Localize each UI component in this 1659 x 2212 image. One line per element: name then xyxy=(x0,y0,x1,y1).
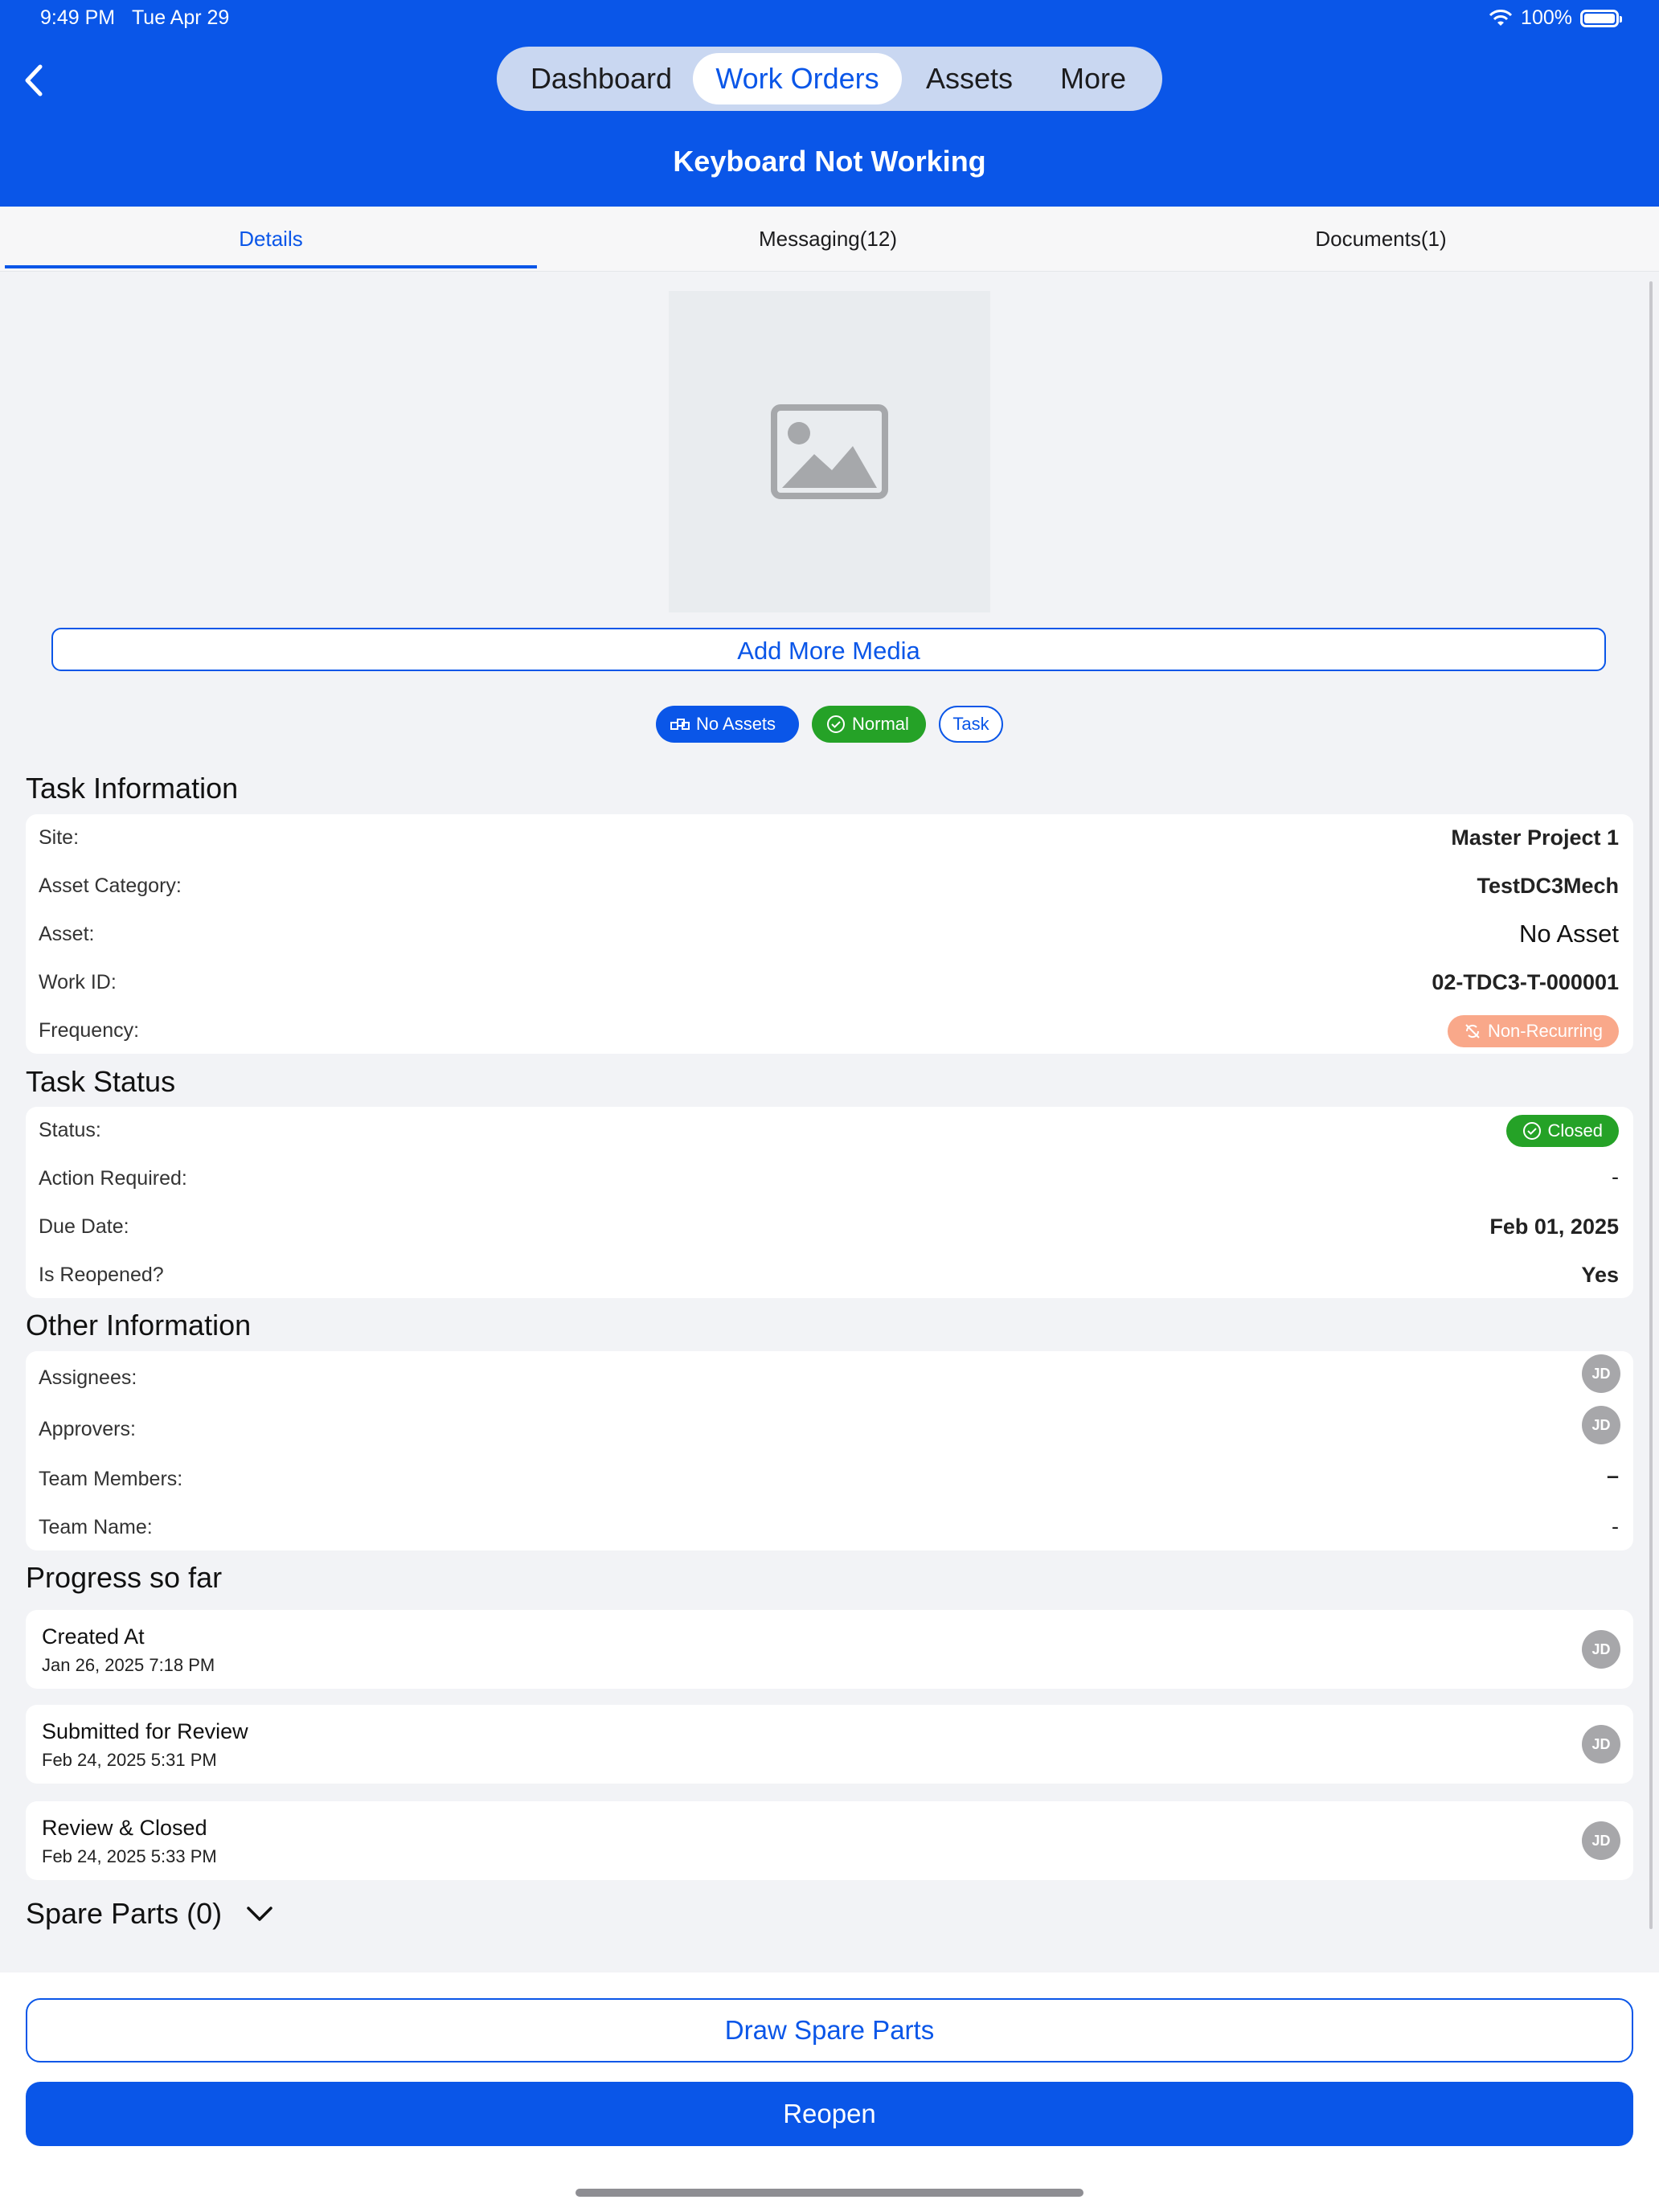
team-members-label: Team Members: xyxy=(39,1468,183,1490)
tab-documents[interactable]: Documents(1) xyxy=(1103,207,1659,271)
battery-percent: 100% xyxy=(1521,6,1572,29)
assignee-avatar[interactable]: JD xyxy=(1582,1354,1620,1393)
site-value: Master Project 1 xyxy=(1451,825,1619,850)
progress-item-date: Jan 26, 2025 7:18 PM xyxy=(42,1655,215,1675)
due-date-value: Feb 01, 2025 xyxy=(1489,1215,1619,1239)
spare-parts-heading: Spare Parts (0) xyxy=(26,1897,223,1930)
progress-item-avatar[interactable]: JD xyxy=(1582,1725,1620,1763)
media-placeholder[interactable] xyxy=(669,291,990,612)
chevron-down-icon xyxy=(247,1907,272,1921)
progress-item-title: Submitted for Review xyxy=(42,1719,248,1743)
work-id-label: Work ID: xyxy=(39,971,117,993)
assets-icon xyxy=(670,719,690,730)
assignees-label: Assignees: xyxy=(39,1366,137,1389)
check-circle-icon xyxy=(827,715,845,733)
progress-item: Review & Closed Feb 24, 2025 5:33 PM JD xyxy=(26,1801,1633,1880)
chip-type-task[interactable]: Task xyxy=(939,706,1003,743)
progress-item-title: Created At xyxy=(42,1624,145,1649)
progress-item-date: Feb 24, 2025 5:33 PM xyxy=(42,1846,217,1866)
approvers-label: Approvers: xyxy=(39,1418,136,1440)
progress-item-title: Review & Closed xyxy=(42,1816,207,1840)
nav-assets[interactable]: Assets xyxy=(905,53,1034,104)
tab-details[interactable]: Details xyxy=(5,207,537,271)
action-required-value: - xyxy=(1612,1165,1619,1189)
nav-work-orders[interactable]: Work Orders xyxy=(693,53,902,104)
task-information-heading: Task Information xyxy=(26,772,239,805)
home-indicator[interactable] xyxy=(576,2189,1083,2197)
asset-value: No Asset xyxy=(1518,920,1619,948)
draw-spare-parts-button[interactable]: Draw Spare Parts xyxy=(26,1998,1633,2062)
progress-heading: Progress so far xyxy=(26,1561,223,1594)
spare-parts-toggle[interactable]: Spare Parts (0) xyxy=(26,1897,273,1931)
add-more-media-button[interactable]: Add More Media xyxy=(51,628,1606,671)
task-status-card xyxy=(26,1107,1633,1298)
chip-priority-normal[interactable]: Normal xyxy=(812,706,926,743)
status-bar: 9:49 PM Tue Apr 29 100% xyxy=(40,6,1622,39)
page-title: Keyboard Not Working xyxy=(673,145,986,178)
team-name-value: - xyxy=(1612,1514,1619,1538)
chip-priority-label: Normal xyxy=(852,714,909,734)
nav-more[interactable]: More xyxy=(1037,53,1149,104)
detail-tabs: Details Messaging(12) Documents(1) xyxy=(0,207,1659,272)
clock-time: 9:49 PM xyxy=(40,6,116,29)
asset-label: Asset: xyxy=(39,923,95,945)
other-information-heading: Other Information xyxy=(26,1309,252,1342)
frequency-value: Non-Recurring xyxy=(1487,1021,1603,1041)
task-status-heading: Task Status xyxy=(26,1065,176,1098)
other-information-card xyxy=(26,1351,1633,1550)
image-placeholder-icon xyxy=(771,404,888,499)
progress-item: Created At Jan 26, 2025 7:18 PM JD xyxy=(26,1610,1633,1689)
approver-avatar[interactable]: JD xyxy=(1582,1406,1620,1444)
team-name-label: Team Name: xyxy=(39,1516,153,1538)
status-time: 9:49 PM Tue Apr 29 xyxy=(40,6,229,30)
chip-no-assets[interactable]: No Assets xyxy=(656,706,799,743)
status-label: Status: xyxy=(39,1119,101,1141)
status-badge: Closed xyxy=(1505,1115,1619,1147)
work-id-value: 02-TDC3-T-000001 xyxy=(1432,970,1619,994)
back-chevron-icon[interactable] xyxy=(18,60,50,100)
nav-dashboard[interactable]: Dashboard xyxy=(513,53,690,104)
is-reopened-value: Yes xyxy=(1581,1263,1619,1287)
frequency-badge: Non-Recurring xyxy=(1447,1015,1619,1047)
wifi-icon xyxy=(1489,9,1513,26)
is-reopened-label: Is Reopened? xyxy=(39,1264,164,1286)
tab-messaging[interactable]: Messaging(12) xyxy=(553,207,1103,271)
battery-icon xyxy=(1580,9,1622,27)
frequency-label: Frequency: xyxy=(39,1019,140,1042)
no-repeat-icon xyxy=(1465,1024,1480,1038)
app-header: 9:49 PM Tue Apr 29 100% Dashboard Work O… xyxy=(0,0,1659,207)
progress-item: Submitted for Review Feb 24, 2025 5:31 P… xyxy=(26,1705,1633,1784)
due-date-label: Due Date: xyxy=(39,1215,129,1238)
check-circle-icon xyxy=(1522,1122,1541,1140)
asset-category-label: Asset Category: xyxy=(39,875,182,897)
clock-date: Tue Apr 29 xyxy=(131,6,230,29)
reopen-button[interactable]: Reopen xyxy=(26,2082,1633,2146)
team-members-value: – xyxy=(1606,1464,1619,1488)
progress-item-avatar[interactable]: JD xyxy=(1582,1821,1620,1860)
asset-category-value: TestDC3Mech xyxy=(1477,874,1619,898)
chip-no-assets-label: No Assets xyxy=(696,714,776,734)
action-required-label: Action Required: xyxy=(39,1167,187,1190)
main-nav-segmented-control: Dashboard Work Orders Assets More xyxy=(497,47,1162,111)
site-label: Site: xyxy=(39,826,80,849)
status-right: 100% xyxy=(1489,6,1622,30)
progress-item-avatar[interactable]: JD xyxy=(1582,1630,1620,1669)
scrollbar[interactable] xyxy=(1649,281,1653,1929)
active-tab-indicator xyxy=(5,265,537,268)
progress-item-date: Feb 24, 2025 5:31 PM xyxy=(42,1750,217,1770)
task-information-card xyxy=(26,814,1633,1054)
status-value: Closed xyxy=(1547,1120,1603,1141)
